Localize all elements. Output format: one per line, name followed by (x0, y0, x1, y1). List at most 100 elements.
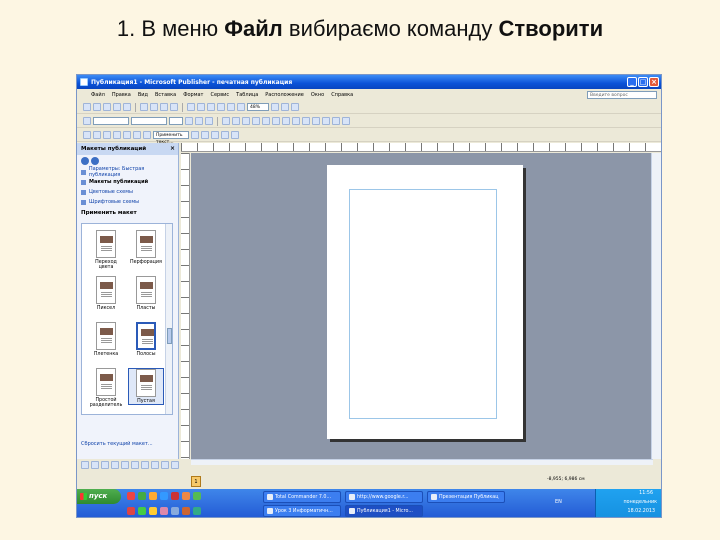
prev-box-icon[interactable] (113, 131, 121, 139)
copy-icon[interactable] (150, 103, 158, 111)
task-total-commander[interactable]: Total Commander 7.0... (263, 491, 341, 503)
publisher-app-icon[interactable] (80, 78, 88, 86)
gallery-scroll-thumb[interactable] (167, 328, 172, 344)
decrease-indent-icon[interactable] (282, 117, 290, 125)
menu-table[interactable]: Таблица (236, 92, 258, 98)
menu-format[interactable]: Формат (183, 92, 203, 98)
zoom-combo[interactable]: 48% (247, 103, 269, 111)
minimize-button[interactable]: _ (627, 77, 637, 87)
line-icon[interactable] (131, 461, 139, 469)
app-icon[interactable] (138, 507, 146, 515)
design-item[interactable]: Пласты (128, 276, 164, 311)
menu-arrange[interactable]: Расположение (265, 92, 304, 98)
page-navigator[interactable]: 1 (191, 476, 201, 487)
open-icon[interactable] (93, 103, 101, 111)
columns-icon[interactable] (227, 103, 235, 111)
app-icon[interactable] (149, 507, 157, 515)
arrow-icon[interactable] (141, 461, 149, 469)
style-combo[interactable] (93, 117, 129, 125)
window-titlebar[interactable]: Публикация1 - Microsoft Publisher - печа… (77, 75, 661, 89)
menu-file[interactable]: Файл (91, 92, 105, 98)
font-color-icon[interactable] (342, 117, 350, 125)
design-item[interactable]: Плетенка (88, 322, 124, 357)
language-indicator[interactable]: EN (555, 499, 562, 505)
vertical-scrollbar[interactable] (651, 153, 661, 459)
wordart-same-height-icon[interactable] (201, 131, 209, 139)
menu-tools[interactable]: Сервис (210, 92, 229, 98)
forward-arrow-icon[interactable] (91, 157, 99, 165)
ask-question-input[interactable]: Введите вопрос (587, 91, 657, 99)
design-item[interactable]: Перфорация (128, 230, 164, 265)
maximize-button[interactable]: □ (638, 77, 648, 87)
fill-color-icon[interactable] (322, 117, 330, 125)
app-icon[interactable] (160, 507, 168, 515)
format-painter-icon[interactable] (170, 103, 178, 111)
publication-page[interactable] (327, 165, 523, 439)
clock-time[interactable]: 11:56 (639, 491, 653, 496)
print-icon[interactable] (113, 103, 121, 111)
wordart-align-icon[interactable] (221, 131, 229, 139)
redo-icon[interactable] (197, 103, 205, 111)
oval-icon[interactable] (151, 461, 159, 469)
opera-icon[interactable] (127, 492, 135, 500)
font-size-up-icon[interactable] (302, 117, 310, 125)
paragraph-icon[interactable] (237, 103, 245, 111)
styles-icon[interactable] (83, 117, 91, 125)
app-icon[interactable] (149, 492, 157, 500)
task-browser[interactable]: http://www.google.r... (345, 491, 423, 503)
wordart-spacing-icon[interactable] (231, 131, 239, 139)
menu-insert[interactable]: Вставка (155, 92, 176, 98)
help-icon[interactable] (291, 103, 299, 111)
bullets-icon[interactable] (272, 117, 280, 125)
wordart-vertical-icon[interactable] (211, 131, 219, 139)
gallery-scrollbar[interactable] (165, 224, 172, 414)
reset-design-link[interactable]: Сбросить текущий макет... (81, 441, 153, 447)
align-left-icon[interactable] (222, 117, 230, 125)
vertical-ruler[interactable] (181, 153, 190, 459)
design-item[interactable]: Пиксел (88, 276, 124, 311)
app-icon[interactable] (127, 507, 135, 515)
text-box-icon[interactable] (83, 131, 91, 139)
paste-icon[interactable] (160, 103, 168, 111)
wrap-icon[interactable] (143, 131, 151, 139)
undo-icon[interactable] (187, 103, 195, 111)
task-lesson[interactable]: Урок 3 Информатичн... (263, 505, 341, 517)
menu-edit[interactable]: Правка (112, 92, 131, 98)
autoshapes-icon[interactable] (171, 461, 179, 469)
app-icon[interactable] (171, 507, 179, 515)
font-size-combo[interactable] (169, 117, 183, 125)
link-quick-publication[interactable]: Параметры: Быстрая публикация (77, 166, 178, 178)
app-icon[interactable] (193, 507, 201, 515)
create-link-icon[interactable] (93, 131, 101, 139)
menu-help[interactable]: Справка (331, 92, 353, 98)
zoom-in-icon[interactable] (281, 103, 289, 111)
bold-icon[interactable] (185, 117, 193, 125)
underline-icon[interactable] (205, 117, 213, 125)
picture-icon[interactable] (121, 461, 129, 469)
menu-view[interactable]: Вид (138, 92, 148, 98)
wordart-icon[interactable] (111, 461, 119, 469)
app-icon[interactable] (182, 507, 190, 515)
rotate-icon[interactable] (133, 131, 141, 139)
cut-icon[interactable] (140, 103, 148, 111)
ie-icon[interactable] (160, 492, 168, 500)
link-color-schemes[interactable]: Цветовые схемы (77, 187, 178, 197)
link-publication-designs[interactable]: Макеты публикаций (77, 177, 178, 187)
app-icon[interactable] (193, 492, 201, 500)
numbering-icon[interactable] (262, 117, 270, 125)
close-button[interactable]: × (649, 77, 659, 87)
align-right-icon[interactable] (242, 117, 250, 125)
design-item-selected[interactable]: Пустая (128, 368, 164, 405)
justify-icon[interactable] (252, 117, 260, 125)
bring-front-icon[interactable] (207, 103, 215, 111)
select-icon[interactable] (81, 461, 89, 469)
break-link-icon[interactable] (103, 131, 111, 139)
app-icon[interactable] (171, 492, 179, 500)
link-font-schemes[interactable]: Шрифтовые схемы (77, 197, 178, 207)
wordart-shape-icon[interactable] (191, 131, 199, 139)
menu-window[interactable]: Окно (311, 92, 324, 98)
start-button[interactable]: пуск (77, 489, 121, 504)
preview-icon[interactable] (123, 103, 131, 111)
task-pane-close-icon[interactable]: × (170, 145, 175, 152)
new-icon[interactable] (83, 103, 91, 111)
